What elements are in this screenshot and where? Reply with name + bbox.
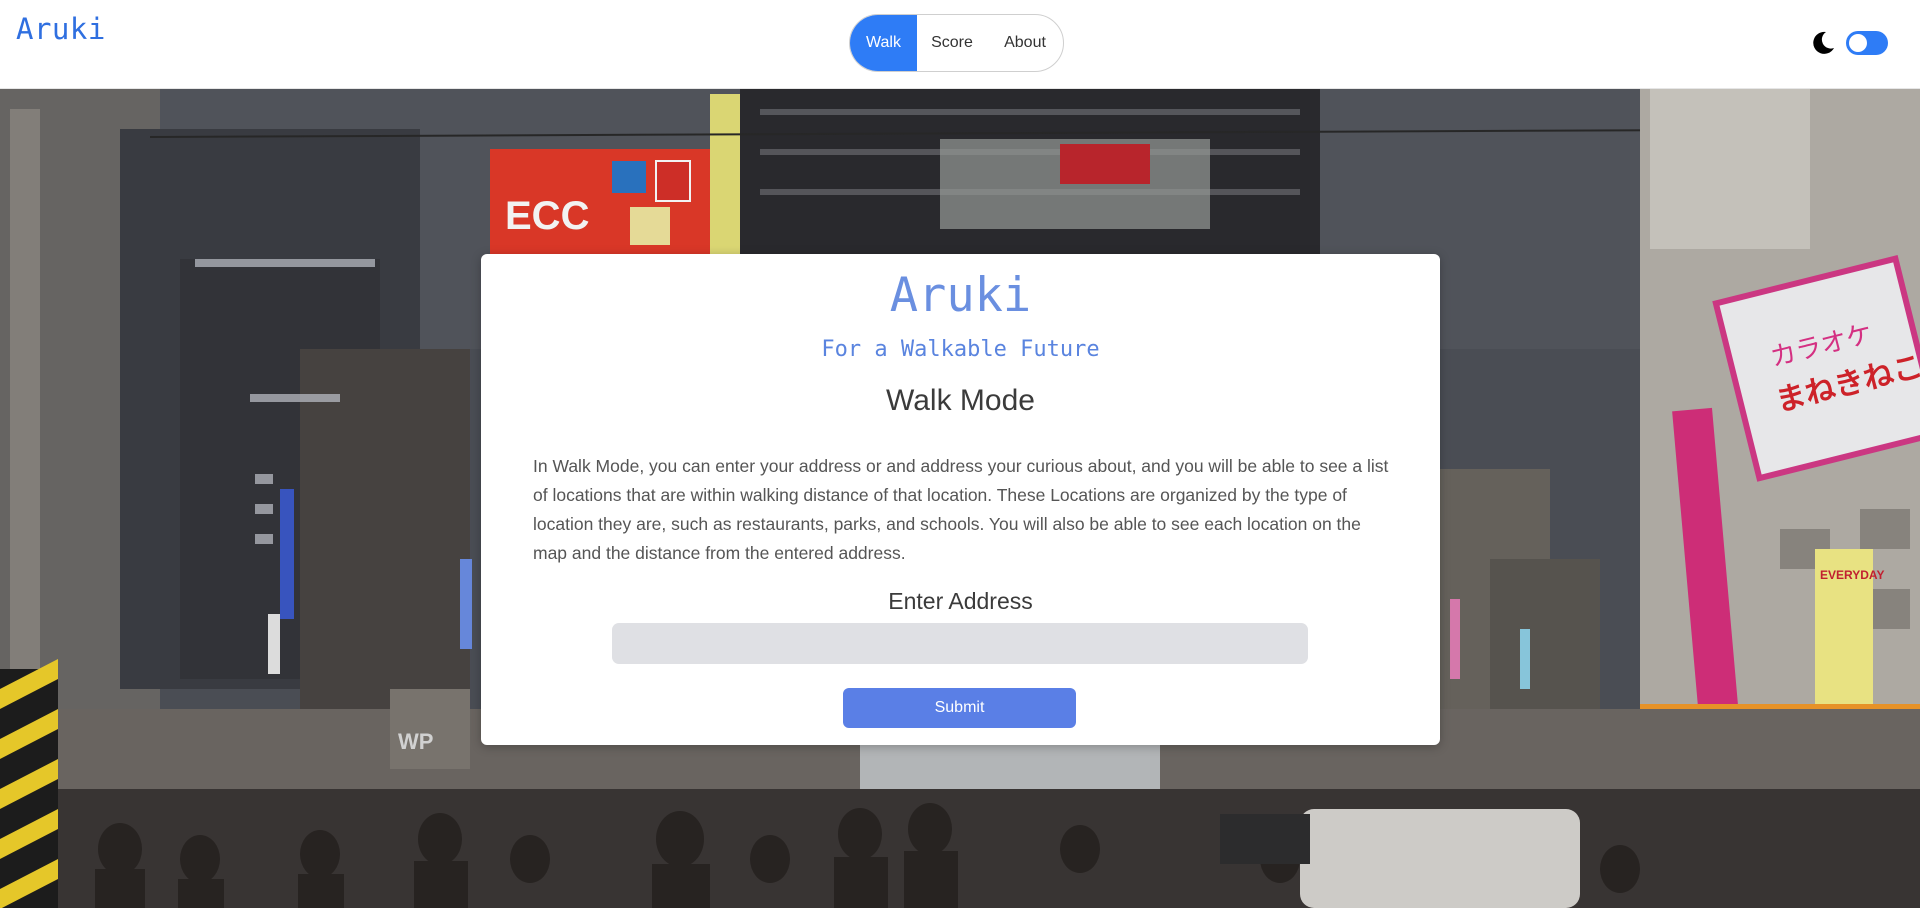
nav-score[interactable]: Score [917,15,987,71]
mode-nav: Walk Score About [849,14,1064,72]
mode-description: In Walk Mode, you can enter your address… [533,456,1389,563]
moon-icon [1813,31,1834,54]
walk-mode-card: Aruki For a Walkable Future Walk Mode In… [481,254,1440,745]
theme-switcher [1810,30,1888,56]
app-title: Aruki [889,268,1032,323]
nav-walk[interactable]: Walk [850,15,917,71]
submit-button[interactable]: Submit [843,688,1076,728]
dark-mode-toggle[interactable] [1846,31,1888,55]
nav-about[interactable]: About [987,15,1063,71]
app-tagline: For a Walkable Future [821,337,1100,362]
top-navbar: Aruki Walk Score About [0,0,1920,89]
mode-heading: Walk Mode [886,384,1035,417]
address-label: Enter Address [888,588,1033,614]
toggle-knob [1849,34,1867,52]
brand-logo-link[interactable]: Aruki [16,12,106,46]
address-input[interactable] [612,623,1308,664]
